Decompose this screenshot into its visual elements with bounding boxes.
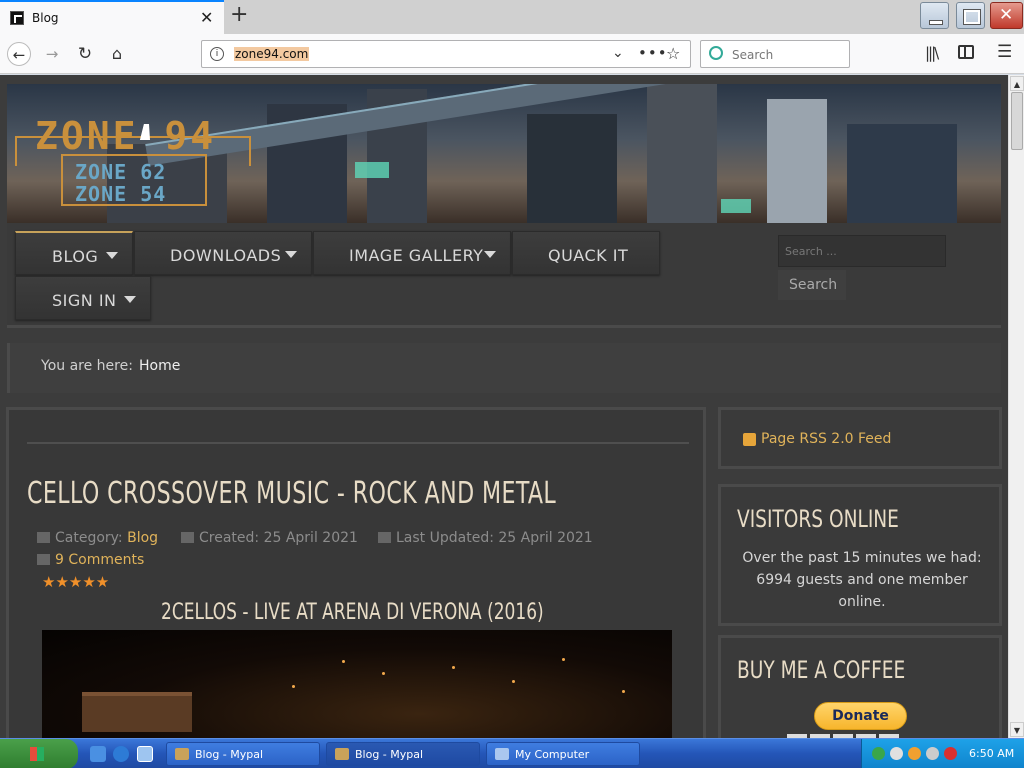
taskbar-item[interactable]: Blog - Mypal (166, 742, 320, 766)
article-category: Category: Blog (37, 530, 158, 546)
taskbar-item[interactable]: Blog - Mypal (326, 742, 480, 766)
mypal-icon (335, 748, 349, 760)
menu-item-downloads[interactable]: DOWNLOADS (134, 231, 312, 275)
site-search-button[interactable]: Search (778, 270, 846, 300)
start-button[interactable] (0, 739, 78, 768)
page-scrollbar[interactable]: ▲ ▼ (1008, 75, 1024, 738)
caret-down-icon (285, 251, 297, 258)
logo-sub-text: ZONE 54 (75, 182, 167, 206)
star-rating[interactable]: ★★★★★ (42, 573, 109, 591)
site-favicon-icon (10, 11, 24, 25)
tray-icon[interactable] (890, 747, 903, 760)
page-viewport: ZONE 94 ZONE 62 ZONE 54 BLOG DOWNLOADS I… (0, 75, 1008, 738)
caret-down-icon (484, 251, 496, 258)
tray-icon[interactable] (926, 747, 939, 760)
new-tab-icon[interactable]: + (230, 2, 248, 27)
tray-icon[interactable] (872, 747, 885, 760)
rss-panel: Page RSS 2.0 Feed (718, 407, 1002, 469)
rss-link[interactable]: Page RSS 2.0 Feed (761, 431, 891, 447)
computer-icon (495, 748, 509, 760)
search-placeholder: Search (732, 48, 774, 62)
browser-quicklaunch-icon[interactable] (90, 746, 106, 762)
scroll-up-icon[interactable]: ▲ (1010, 76, 1024, 91)
forward-icon[interactable]: → (40, 42, 64, 66)
calendar-icon (378, 532, 391, 543)
menu-item-blog[interactable]: BLOG (15, 231, 133, 275)
comment-icon (37, 554, 50, 565)
tab-close-icon[interactable]: ✕ (200, 8, 213, 27)
browser-search-input[interactable]: Search (700, 40, 850, 68)
article-title[interactable]: CELLO CROSSOVER MUSIC - ROCK AND METAL (27, 476, 556, 511)
reload-icon[interactable]: ↻ (73, 42, 97, 66)
video-title: 2CELLOS - LIVE AT ARENA DI VERONA (2016) (161, 600, 544, 625)
mypal-icon (175, 748, 189, 760)
minimize-button[interactable] (920, 2, 949, 29)
browser-tab[interactable]: Blog ✕ (0, 0, 224, 34)
show-desktop-icon[interactable] (137, 746, 153, 762)
taskbar-item[interactable]: My Computer (486, 742, 640, 766)
site-menu: BLOG DOWNLOADS IMAGE GALLERY QUACK IT SI… (7, 223, 1001, 328)
hamburger-menu-icon[interactable]: ☰ (997, 42, 1012, 62)
logo-sub-text: ZONE 62 (75, 160, 167, 184)
breadcrumb: You are here: Home (7, 343, 1001, 393)
menu-item-quack-it[interactable]: QUACK IT (512, 231, 660, 275)
navigation-toolbar: ← → ↻ ⌂ i zone94.com ⌄ ••• ☆ Search |||\… (0, 34, 1024, 74)
logo-main-text: ZONE 94 (35, 114, 217, 158)
tray-icon[interactable] (908, 747, 921, 760)
clock: 6:50 AM (969, 747, 1015, 760)
bookmark-star-icon[interactable]: ☆ (666, 44, 680, 63)
windows-logo-icon (30, 747, 44, 761)
tab-bar: Blog ✕ + (0, 0, 1024, 34)
system-tray: 6:50 AM (861, 739, 1024, 768)
calendar-icon (181, 532, 194, 543)
article-created: Created: 25 April 2021 (181, 530, 358, 546)
caret-down-icon (106, 252, 118, 259)
site-search-input[interactable]: Search ... (778, 235, 946, 267)
divider (27, 442, 689, 444)
site-logo[interactable]: ZONE 94 ZONE 62 ZONE 54 (15, 114, 255, 214)
folder-icon (37, 532, 50, 543)
breadcrumb-lead: You are here: (41, 358, 133, 374)
address-bar[interactable]: i zone94.com ⌄ ••• ☆ (201, 40, 691, 68)
comments-link[interactable]: 9 Comments (37, 552, 144, 568)
tray-icon[interactable] (944, 747, 957, 760)
ie-quicklaunch-icon[interactable] (113, 746, 129, 762)
url-dropdown-icon[interactable]: ⌄ (612, 45, 624, 61)
article-updated: Last Updated: 25 April 2021 (378, 530, 593, 546)
caret-down-icon (124, 296, 136, 303)
tab-title: Blog (32, 11, 59, 25)
page-actions-icon[interactable]: ••• (638, 44, 668, 62)
category-link[interactable]: Blog (127, 530, 158, 546)
donate-button[interactable]: Donate (814, 702, 907, 730)
back-icon[interactable]: ← (7, 42, 31, 66)
visitors-heading: VISITORS ONLINE (737, 505, 899, 533)
scroll-thumb[interactable] (1011, 92, 1023, 150)
url-text[interactable]: zone94.com (234, 47, 310, 61)
coffee-heading: BUY ME A COFFEE (737, 656, 906, 684)
library-icon[interactable]: |||\ (925, 44, 939, 62)
maximize-button[interactable] (956, 2, 985, 29)
visitors-panel: VISITORS ONLINE Over the past 15 minutes… (718, 484, 1002, 626)
menu-item-sign-in[interactable]: SIGN IN (15, 276, 151, 320)
site-info-icon[interactable]: i (210, 47, 224, 61)
coffee-panel: BUY ME A COFFEE Donate (718, 635, 1002, 738)
site-banner[interactable]: ZONE 94 ZONE 62 ZONE 54 (7, 84, 1001, 223)
visitors-text: Over the past 15 minutes we had: 6994 gu… (742, 550, 982, 610)
breadcrumb-home: Home (139, 358, 181, 374)
sidebar-toggle-icon[interactable] (958, 45, 974, 59)
search-engine-icon (709, 46, 723, 60)
video-player[interactable] (42, 630, 672, 738)
menu-item-image-gallery[interactable]: IMAGE GALLERY (313, 231, 511, 275)
close-window-button[interactable] (990, 2, 1023, 29)
rss-icon (743, 433, 756, 446)
home-icon[interactable]: ⌂ (105, 42, 129, 66)
taskbar: Blog - Mypal Blog - Mypal My Computer 6:… (0, 738, 1024, 768)
scroll-down-icon[interactable]: ▼ (1010, 722, 1024, 737)
article: CELLO CROSSOVER MUSIC - ROCK AND METAL C… (6, 407, 706, 738)
